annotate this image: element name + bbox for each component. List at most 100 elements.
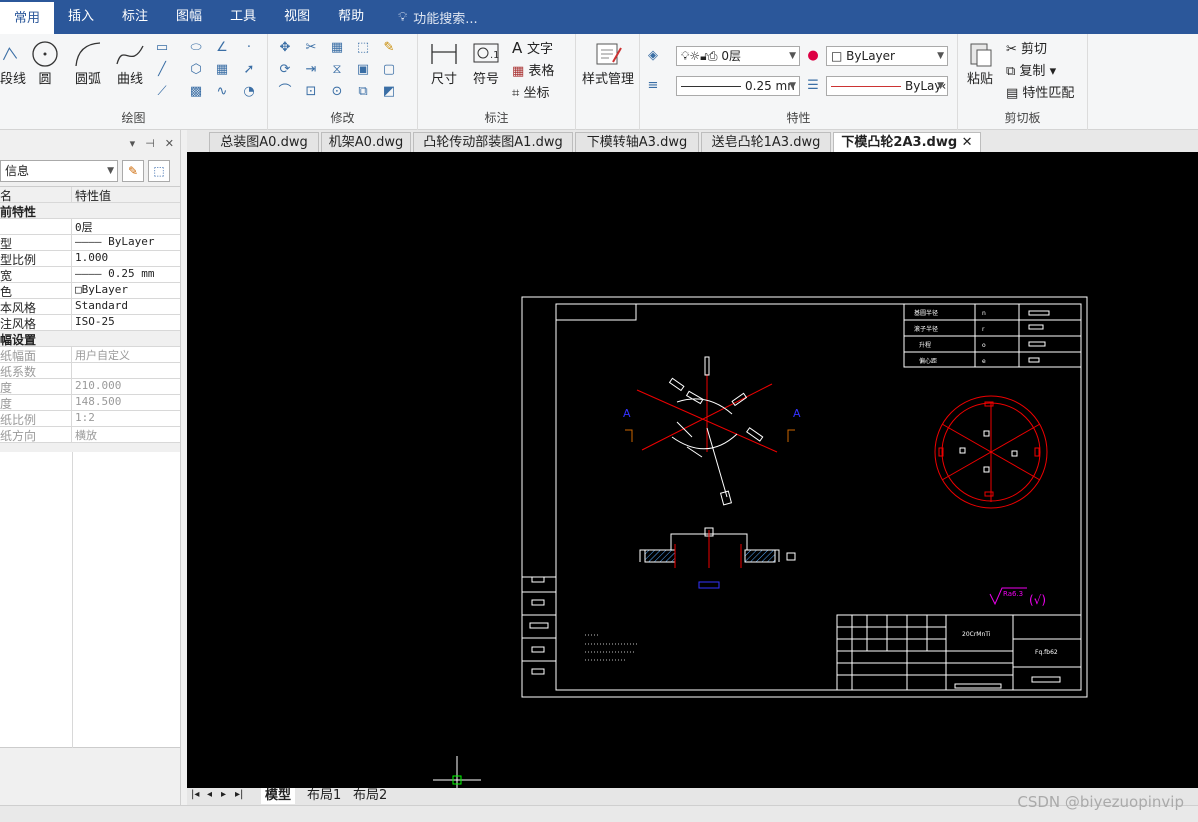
property-row[interactable]: 宽 ———— 0.25 mm xyxy=(0,267,180,283)
property-row[interactable]: 本风格 Standard xyxy=(0,299,180,315)
menu-view[interactable]: 视图 xyxy=(270,0,324,34)
polyline-button[interactable]: 段线 xyxy=(0,40,26,87)
symbol-icon: .1 xyxy=(473,43,500,63)
offset-icon[interactable]: ▢ xyxy=(380,62,398,78)
color-combo[interactable]: □ ByLayer ▼ xyxy=(826,46,948,66)
extend-icon[interactable]: ⇥ xyxy=(302,62,320,78)
nav-prev-icon[interactable]: ◂ xyxy=(207,789,212,800)
arc-button[interactable]: 圆弧 xyxy=(70,40,106,87)
eraser-icon[interactable]: ✎ xyxy=(380,40,398,56)
circle-button[interactable]: 圆 xyxy=(30,40,60,87)
coordinate-button[interactable]: ⌗ 坐标 xyxy=(512,82,549,101)
selection-dropdown[interactable]: 信息 ▼ xyxy=(0,160,118,182)
symbol-button[interactable]: .1 符号 xyxy=(468,40,504,87)
property-row[interactable]: 度 210.000 xyxy=(0,379,180,395)
line-icon[interactable]: ╱ xyxy=(153,62,171,78)
table-symbol-o: o xyxy=(982,342,986,349)
fillet-icon[interactable]: ⌒ xyxy=(276,84,294,100)
property-row[interactable]: 注风格 ISO-25 xyxy=(0,315,180,331)
document-tabs: 总装图A0.dwg 机架A0.dwg 凸轮传动部装图A1.dwg 下模转轴A3.… xyxy=(187,130,1198,152)
layout-tab-2[interactable]: 布局2 xyxy=(349,788,391,804)
table-button[interactable]: ▦ 表格 xyxy=(512,60,554,79)
quick-select-icon[interactable]: ✎ xyxy=(122,160,144,182)
property-row[interactable]: 型 ———— ByLayer xyxy=(0,235,180,251)
layout-tab-1[interactable]: 布局1 xyxy=(303,788,345,804)
layer-combo[interactable]: 💡︎☼🔓︎⎙ 0层 ▼ xyxy=(676,46,800,66)
property-row[interactable]: 0层 xyxy=(0,219,180,235)
explode-icon[interactable]: ⊡ xyxy=(302,84,320,100)
property-row[interactable]: 纸系数 xyxy=(0,363,180,379)
paste-button[interactable]: 粘贴 xyxy=(962,40,998,87)
property-row[interactable]: 色 □ByLayer xyxy=(0,283,180,299)
feature-search[interactable]: 💡︎ 功能搜索... xyxy=(398,8,478,27)
point-icon[interactable]: · xyxy=(240,40,258,56)
linetype-sample xyxy=(831,86,901,87)
panel-blank-area xyxy=(0,452,180,748)
polygon-icon[interactable]: ⬡ xyxy=(187,62,205,78)
lineweight-icon[interactable]: ≡ xyxy=(644,78,662,94)
property-category[interactable]: 前特性 xyxy=(0,203,180,219)
layout-tab-model[interactable]: 模型 xyxy=(261,788,296,804)
cut-button[interactable]: ✂ 剪切 xyxy=(1006,38,1047,57)
layer-manager-icon[interactable]: ◈ xyxy=(644,48,662,64)
nav-first-icon[interactable]: |◂ xyxy=(191,789,199,800)
menu-tools[interactable]: 工具 xyxy=(216,0,270,34)
angle-icon[interactable]: ∠ xyxy=(213,40,231,56)
property-grid: 名 特性值 前特性 0层型 ———— ByLayer 型比例 1.000 宽 ———— 0.… xyxy=(0,186,180,443)
move-icon[interactable]: ✥ xyxy=(276,40,294,56)
drawing-canvas[interactable]: A A Ra6.3 (√) 基圆半径 滚子半径 升程 偏心距 n r o e 2… xyxy=(187,152,1198,788)
curve-button[interactable]: 曲线 xyxy=(112,40,148,87)
rectangle-icon[interactable]: ▭ xyxy=(153,40,171,56)
pointer-icon[interactable]: ➚ xyxy=(240,62,258,78)
nav-next-icon[interactable]: ▸ xyxy=(221,789,226,800)
chamfer-icon[interactable]: ⧉ xyxy=(354,84,372,100)
break-icon[interactable]: ⊙ xyxy=(328,84,346,100)
property-row[interactable]: 型比例 1.000 xyxy=(0,251,180,267)
tab-close-icon[interactable]: ✕ xyxy=(962,135,973,150)
property-row[interactable]: 度 148.500 xyxy=(0,395,180,411)
ray-icon[interactable]: ⟋ xyxy=(153,84,171,100)
rotate-icon[interactable]: ⟳ xyxy=(276,62,294,78)
doc-tab-lower-shaft[interactable]: 下模转轴A3.dwg xyxy=(575,132,699,152)
mirror-icon[interactable]: ⧖ xyxy=(328,62,346,78)
doc-tab-assembly[interactable]: 总装图A0.dwg xyxy=(209,132,319,152)
trim-icon[interactable]: ✂ xyxy=(302,40,320,56)
panel-menu-icon[interactable]: ▾ xyxy=(130,137,136,150)
close-icon[interactable]: ✕ xyxy=(165,137,174,150)
property-category[interactable]: 幅设置 xyxy=(0,331,180,347)
match-properties-button[interactable]: ▤ 特性匹配 xyxy=(1006,82,1074,101)
hatch-icon[interactable]: ▩ xyxy=(187,84,205,100)
doc-tab-frame[interactable]: 机架A0.dwg xyxy=(321,132,411,152)
spline-icon[interactable]: ∿ xyxy=(213,84,231,100)
style-manager-label: 样式管理 xyxy=(581,72,634,87)
property-row[interactable]: 纸比例 1:2 xyxy=(0,411,180,427)
ellipse-icon[interactable]: ⬭ xyxy=(187,40,205,56)
style-manager-button[interactable]: 样式管理 xyxy=(578,40,638,87)
property-row[interactable]: 纸方向 横放 xyxy=(0,427,180,443)
menu-annotate[interactable]: 标注 xyxy=(108,0,162,34)
linetype-combo[interactable]: ByLay‹ ▼ xyxy=(826,76,948,96)
region-icon[interactable]: ◔ xyxy=(240,84,258,100)
doc-tab-lower-cam[interactable]: 下模凸轮2A3.dwg ✕ xyxy=(833,132,981,152)
scale-icon[interactable]: ▣ xyxy=(354,62,372,78)
stretch-icon[interactable]: ⬚ xyxy=(354,40,372,56)
nav-last-icon[interactable]: ▸| xyxy=(235,789,243,800)
doc-tab-soap-cam[interactable]: 送皂凸轮1A3.dwg xyxy=(701,132,831,152)
lineweight-combo[interactable]: 0.25 mn ▼ xyxy=(676,76,800,96)
array-icon[interactable]: ▦ xyxy=(328,40,346,56)
menu-insert[interactable]: 插入 xyxy=(54,0,108,34)
text-button[interactable]: A 文字 xyxy=(512,38,553,57)
doc-tab-cam-drive[interactable]: 凸轮传动部装图A1.dwg xyxy=(413,132,573,152)
menu-home[interactable]: 常用 xyxy=(0,0,55,34)
menu-frame[interactable]: 图幅 xyxy=(162,0,216,34)
color-wheel-icon[interactable]: ● xyxy=(804,48,822,64)
block-icon[interactable]: ▦ xyxy=(213,62,231,78)
copy-button[interactable]: ⧉ 复制 ▾ xyxy=(1006,60,1056,79)
select-objects-icon[interactable]: ⬚ xyxy=(148,160,170,182)
join-icon[interactable]: ◩ xyxy=(380,84,398,100)
pin-icon[interactable]: ⊣ xyxy=(145,137,155,150)
property-row[interactable]: 纸幅面 用户自定义 xyxy=(0,347,180,363)
dimension-button[interactable]: 尺寸 xyxy=(426,40,462,87)
menu-help[interactable]: 帮助 xyxy=(324,0,378,34)
linetype-icon[interactable]: ☰ xyxy=(804,78,822,94)
